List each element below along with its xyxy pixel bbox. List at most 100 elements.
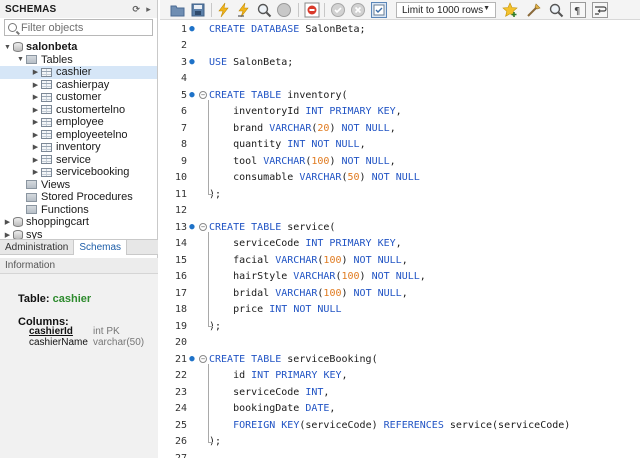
code-line[interactable]: 9 tool VARCHAR(100) NOT NULL, (160, 153, 640, 170)
collapsed-arrow-icon[interactable]: ▶ (31, 68, 40, 76)
line-number: 23 (174, 386, 187, 398)
code-line[interactable]: 27 (160, 450, 640, 458)
code-line[interactable]: 5 ● − CREATE TABLE inventory( (160, 87, 640, 104)
wrap-icon[interactable] (592, 2, 608, 18)
collapsed-arrow-icon[interactable]: ▶ (31, 106, 40, 114)
table-item-cashierpay[interactable]: ▶ cashierpay (0, 79, 157, 92)
folder-item-views[interactable]: Views (0, 179, 157, 192)
find-icon[interactable] (548, 2, 564, 18)
schemas-header: SCHEMAS ⟳ ▸ (0, 0, 157, 18)
tab-administration[interactable]: Administration (0, 240, 73, 255)
code-line[interactable]: 13 ● − CREATE TABLE service( (160, 219, 640, 236)
code-line[interactable]: 18 price INT NOT NULL (160, 302, 640, 319)
add-snippet-icon[interactable] (502, 2, 518, 18)
filter-input[interactable] (21, 21, 141, 34)
table-item-employeetelno[interactable]: ▶ employeetelno (0, 129, 157, 142)
code-line[interactable]: 6 inventoryId INT PRIMARY KEY, (160, 104, 640, 121)
rollback-icon[interactable] (350, 2, 366, 18)
limit-rows-select[interactable]: Limit to 1000 rows ▼ (396, 2, 496, 18)
code-line[interactable]: 24 bookingDate DATE, (160, 401, 640, 418)
schema-salonbeta[interactable]: ▼ salonbeta (0, 41, 157, 54)
expanded-arrow-icon[interactable]: ▼ (16, 56, 25, 63)
explain-icon[interactable] (256, 2, 272, 18)
panel-options-icon[interactable]: ▸ (146, 4, 151, 15)
code-text: CREATE TABLE service( (209, 221, 336, 233)
collapsed-arrow-icon[interactable]: ▶ (31, 143, 40, 151)
filter-field[interactable] (4, 19, 153, 36)
folder-item-functions[interactable]: Functions (0, 204, 157, 217)
statement-marker-icon: ● (189, 24, 195, 35)
code-line[interactable]: 19); (160, 318, 640, 335)
code-line[interactable]: 20 (160, 335, 640, 352)
open-folder-icon[interactable] (170, 2, 186, 18)
code-line[interactable]: 16 hairStyle VARCHAR(100) NOT NULL, (160, 269, 640, 286)
tables-folder[interactable]: ▼ Tables (0, 54, 157, 67)
table-item-cashier[interactable]: ▶ cashier (0, 66, 157, 79)
table-item-customertelno[interactable]: ▶ customertelno (0, 104, 157, 117)
table-item-employee-label: employee (56, 116, 104, 129)
folder-item-stored-procedures[interactable]: Stored Procedures (0, 191, 157, 204)
code-line[interactable]: 22 id INT PRIMARY KEY, (160, 368, 640, 385)
tab-schemas[interactable]: Schemas (73, 240, 128, 255)
table-item-service[interactable]: ▶ service (0, 154, 157, 167)
refresh-icon[interactable]: ⟳ (133, 4, 141, 15)
expanded-arrow-icon[interactable]: ▼ (3, 44, 12, 51)
code-line[interactable]: 11); (160, 186, 640, 203)
collapsed-arrow-icon[interactable]: ▶ (31, 93, 40, 101)
collapsed-arrow-icon[interactable]: ▶ (31, 81, 40, 89)
sql-editor[interactable]: 1 ● CREATE DATABASE SalonBeta; 2 3 ● USE Salon… (160, 20, 640, 458)
code-line[interactable]: 17 bridal VARCHAR(100) NOT NULL, (160, 285, 640, 302)
code-line[interactable]: 25 FOREIGN KEY(serviceCode) REFERENCES s… (160, 417, 640, 434)
collapsed-arrow-icon[interactable]: ▶ (31, 131, 40, 139)
schema-shoppingcart-label: shoppingcart (26, 216, 89, 229)
statement-marker-icon: ● (189, 90, 195, 101)
invisible-chars-icon[interactable]: ¶ (570, 2, 586, 18)
line-number: 15 (174, 254, 187, 266)
code-line[interactable]: 1 ● CREATE DATABASE SalonBeta; (160, 21, 640, 38)
collapsed-arrow-icon[interactable]: ▶ (3, 218, 12, 226)
code-line[interactable]: 21 ● − CREATE TABLE serviceBooking( (160, 351, 640, 368)
collapsed-arrow-icon[interactable]: ▶ (3, 231, 12, 239)
toggle-error-icon[interactable] (304, 2, 320, 18)
fold-guide-end (208, 326, 213, 328)
table-item-inventory[interactable]: ▶ inventory (0, 141, 157, 154)
line-number: 11 (174, 188, 187, 200)
table-icon (41, 155, 52, 165)
code-line[interactable]: 23 serviceCode INT, (160, 384, 640, 401)
line-number: 17 (174, 287, 187, 299)
code-line[interactable]: 14 serviceCode INT PRIMARY KEY, (160, 236, 640, 253)
code-line[interactable]: 15 facial VARCHAR(100) NOT NULL, (160, 252, 640, 269)
folder-icon (26, 180, 37, 190)
schema-shoppingcart[interactable]: ▶ shoppingcart (0, 216, 157, 229)
table-item-servicebooking[interactable]: ▶ servicebooking (0, 166, 157, 179)
commit-icon[interactable] (330, 2, 346, 18)
beautify-icon[interactable] (526, 2, 542, 18)
code-line[interactable]: 10 consumable VARCHAR(50) NOT NULL (160, 170, 640, 187)
code-line[interactable]: 7 brand VARCHAR(20) NOT NULL, (160, 120, 640, 137)
line-number: 21 (174, 353, 187, 365)
line-number: 27 (160, 453, 187, 458)
statement-marker-icon: ● (189, 354, 195, 365)
execute-current-icon[interactable] (236, 2, 252, 18)
code-line[interactable]: 4 (160, 71, 640, 88)
code-line[interactable]: 12 (160, 203, 640, 220)
table-icon (41, 167, 52, 177)
table-item-employee[interactable]: ▶ employee (0, 116, 157, 129)
execute-icon[interactable] (216, 2, 232, 18)
stop-icon[interactable] (276, 2, 292, 18)
code-line[interactable]: 8 quantity INT NOT NULL, (160, 137, 640, 154)
autocommit-icon[interactable] (371, 2, 387, 18)
code-text: serviceCode INT PRIMARY KEY, (209, 238, 402, 250)
code-line[interactable]: 26); (160, 434, 640, 451)
line-number: 5 (180, 89, 187, 101)
code-line[interactable]: 2 (160, 38, 640, 55)
column-row: cashierName varchar(50) (29, 337, 144, 348)
save-icon[interactable] (190, 2, 206, 18)
collapsed-arrow-icon[interactable]: ▶ (31, 168, 40, 176)
table-item-customer[interactable]: ▶ customer (0, 91, 157, 104)
collapsed-arrow-icon[interactable]: ▶ (31, 156, 40, 164)
code-line[interactable]: 3 ● USE SalonBeta; (160, 54, 640, 71)
collapsed-arrow-icon[interactable]: ▶ (31, 118, 40, 126)
